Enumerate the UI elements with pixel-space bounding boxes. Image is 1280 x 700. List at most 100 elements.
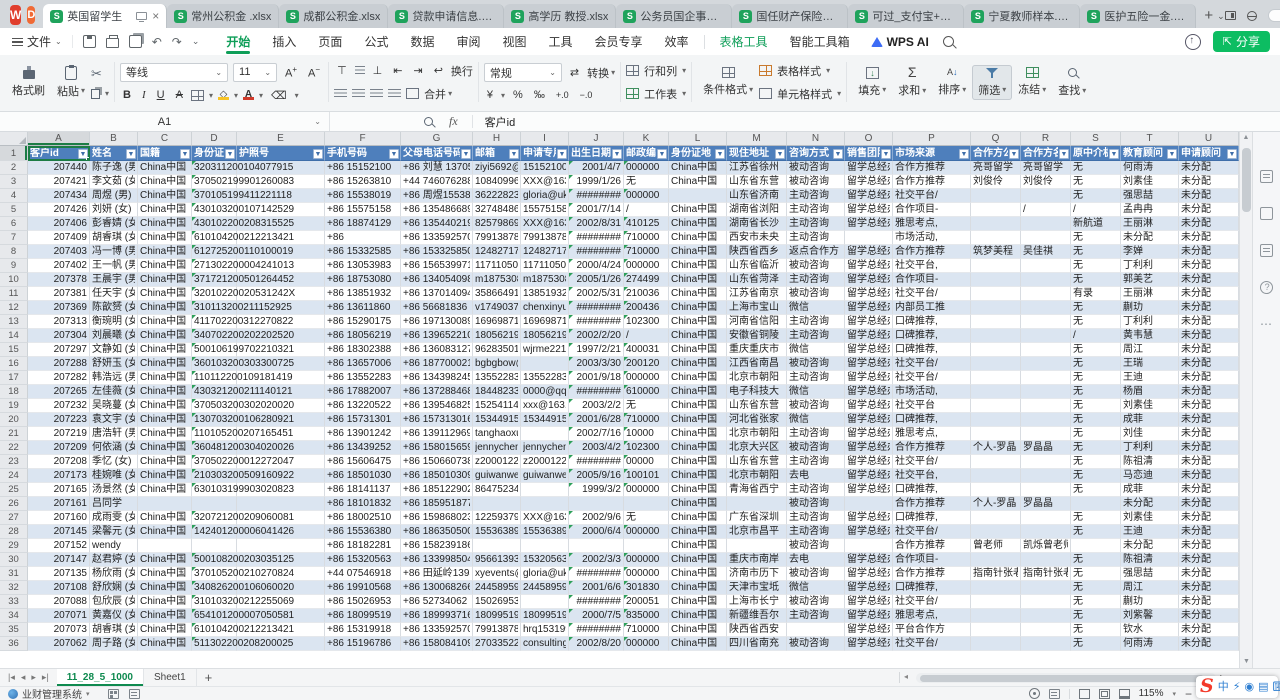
cell-O27[interactable]: 留学总经办 <box>845 511 893 525</box>
cell-S11[interactable]: 有录 <box>1071 287 1121 301</box>
cell-A13[interactable]: 207313 <box>28 315 90 329</box>
vertical-scroll-thumb[interactable] <box>1242 148 1251 212</box>
cell-J12[interactable]: ######## <box>569 301 624 315</box>
cell-H27[interactable]: 122593794 <box>473 511 521 525</box>
cell-B26[interactable]: 吕同学 <box>90 497 138 511</box>
qat-caret-icon[interactable]: ⌄ <box>192 36 200 47</box>
cell-I35[interactable]: hrq153199 <box>521 623 569 637</box>
cell-D25[interactable]: 630103199903020823 <box>192 483 237 497</box>
cell-U11[interactable]: 未分配 <box>1179 287 1239 301</box>
workspace-selector[interactable]: 业财管理系统 ▾ <box>0 686 98 700</box>
cell-K33[interactable]: 200051 <box>624 595 669 609</box>
fx-icon[interactable]: fx <box>449 114 458 129</box>
cell-P11[interactable]: 社交平台/ <box>893 287 971 301</box>
cell-Q15[interactable] <box>971 343 1021 357</box>
cell-B21[interactable]: 唐浩轩 (男 <box>90 427 138 441</box>
cell-N33[interactable]: 被动咨询 <box>787 595 845 609</box>
cell-T2[interactable]: 何雨涛 <box>1121 161 1179 175</box>
cell-C15[interactable]: China中国 <box>138 343 192 357</box>
cell-L33[interactable]: China中国 <box>669 595 727 609</box>
cell-F20[interactable]: +86 15731301 <box>325 413 401 427</box>
cell-S33[interactable]: 无 <box>1071 595 1121 609</box>
row-header-20[interactable]: 20 <box>0 413 28 427</box>
cell-S8[interactable]: 无 <box>1071 245 1121 259</box>
cell-K22[interactable]: 102300 <box>624 441 669 455</box>
cell-F13[interactable]: +86 15290175 <box>325 315 401 329</box>
cell-R6[interactable] <box>1021 217 1071 231</box>
cell-L19[interactable]: China中国 <box>669 399 727 413</box>
cell-G14[interactable]: +86 1396522100 <box>401 329 473 343</box>
cell-A5[interactable]: 207426 <box>28 203 90 217</box>
column-header-A[interactable]: A <box>28 132 90 146</box>
cell-H19[interactable]: 152541145 <box>473 399 521 413</box>
cell-L22[interactable]: China中国 <box>669 441 727 455</box>
header-cell-M1[interactable]: 现住地址▼ <box>727 146 787 161</box>
close-tab-icon[interactable]: × <box>152 9 159 23</box>
increase-indent-icon[interactable]: ⇥ <box>410 64 425 77</box>
cell-M21[interactable]: 北京市朝阳 <box>727 427 787 441</box>
row-header-26[interactable]: 26 <box>0 497 28 511</box>
menu-item[interactable]: 表格工具 <box>709 28 779 55</box>
menu-item[interactable]: 页面 <box>307 28 353 55</box>
cell-I10[interactable]: m1875308 <box>521 273 569 287</box>
cell-P33[interactable]: 社交平台/ <box>893 595 971 609</box>
cell-D3[interactable]: 370502199901260083 <box>192 175 237 189</box>
cell-G19[interactable]: +86 1395468251 <box>401 399 473 413</box>
menu-item[interactable]: 效率 <box>654 28 700 55</box>
cell-K9[interactable]: 000000 <box>624 259 669 273</box>
cell-B16[interactable]: 舒妍玉 (女 <box>90 357 138 371</box>
cell-B23[interactable]: 季忆 (女) <box>90 455 138 469</box>
cell-K27[interactable]: 无 <box>624 511 669 525</box>
cell-N19[interactable]: 被动咨询 <box>787 399 845 413</box>
filter-dropdown-icon[interactable]: ▼ <box>833 149 843 159</box>
cell-R2[interactable]: 亮哥留学 <box>1021 161 1071 175</box>
cell-K36[interactable]: 000000 <box>624 637 669 651</box>
cell-M32[interactable]: 天津市宝坻 <box>727 581 787 595</box>
header-cell-B1[interactable]: 姓名▼ <box>90 146 138 161</box>
justify-icon[interactable] <box>388 89 401 98</box>
zoom-level[interactable]: 115% <box>1139 688 1164 699</box>
cell-A26[interactable]: 207161 <box>28 497 90 511</box>
cell-P13[interactable]: 口碑推荐, <box>893 315 971 329</box>
cell-T33[interactable]: 蒯玏 <box>1121 595 1179 609</box>
wps-logo-icon[interactable]: W <box>10 5 21 25</box>
cell-P30[interactable]: 合作项目- <box>893 553 971 567</box>
cell-M2[interactable]: 江苏省徐州 <box>727 161 787 175</box>
cell-F30[interactable]: +86 15320563 <box>325 553 401 567</box>
cell-L20[interactable]: China中国 <box>669 413 727 427</box>
cell-U5[interactable]: 未分配 <box>1179 203 1239 217</box>
cell-A29[interactable]: 207152 <box>28 539 90 553</box>
cell-T29[interactable]: 未分配 <box>1121 539 1179 553</box>
header-cell-N1[interactable]: 咨询方式▼ <box>787 146 845 161</box>
cell-B13[interactable]: 衡琬明 (女 <box>90 315 138 329</box>
column-header-E[interactable]: E <box>237 132 325 146</box>
cell-L34[interactable]: China中国 <box>669 609 727 623</box>
cell-Q34[interactable] <box>971 609 1021 623</box>
cell-A14[interactable]: 207304 <box>28 329 90 343</box>
cell-M25[interactable]: 青海省西宁 <box>727 483 787 497</box>
file-tab[interactable]: S英国留学生× <box>43 4 167 28</box>
cell-S24[interactable]: 无 <box>1071 469 1121 483</box>
cell-M24[interactable]: 北京市朝阳 <box>727 469 787 483</box>
vertical-scrollbar[interactable]: ▲ ▼ <box>1239 132 1252 668</box>
cell-R28[interactable] <box>1021 525 1071 539</box>
row-header-7[interactable]: 7 <box>0 231 28 245</box>
cell-I26[interactable] <box>521 497 569 511</box>
cell-J29[interactable] <box>569 539 624 553</box>
row-header-9[interactable]: 9 <box>0 259 28 273</box>
row-header-16[interactable]: 16 <box>0 357 28 371</box>
ime-mic-icon[interactable]: ◉ <box>1244 681 1254 693</box>
cell-U27[interactable]: 未分配 <box>1179 511 1239 525</box>
cell-Q28[interactable] <box>971 525 1021 539</box>
cell-R32[interactable] <box>1021 581 1071 595</box>
cell-J5[interactable]: 2001/7/14 <box>569 203 624 217</box>
cell-P8[interactable]: 合作方推荐 <box>893 245 971 259</box>
cell-H11[interactable]: 358664913 <box>473 287 521 301</box>
cell-G15[interactable]: +86 1360831276 <box>401 343 473 357</box>
cell-D7[interactable]: 610104200212213421 <box>192 231 237 245</box>
cell-I13[interactable]: 169698712 <box>521 315 569 329</box>
cell-F12[interactable]: +86 13611860 <box>325 301 401 315</box>
filter-dropdown-icon[interactable]: ▼ <box>557 149 567 159</box>
cell-H18[interactable]: 1844823320 <box>473 385 521 399</box>
cell-B27[interactable]: 成雨雯 (女 <box>90 511 138 525</box>
